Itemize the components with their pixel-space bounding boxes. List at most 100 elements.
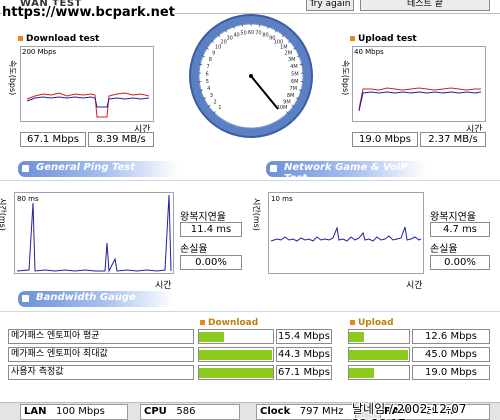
upload-bar-fill — [349, 350, 408, 360]
download-bar-fill — [199, 332, 224, 342]
cpu-status: CPU 586 — [140, 404, 240, 420]
general-ping-graph — [14, 192, 174, 274]
game-ping-max-label: 10 ms — [271, 195, 293, 203]
game-ping-graph — [268, 192, 424, 274]
download-bar-fill — [199, 368, 273, 378]
game-ping-time-label: 시간 — [406, 281, 423, 291]
game-loss-value: 0.00% — [430, 255, 490, 270]
general-ping-time-label: 시간 — [155, 281, 172, 291]
try-again-button[interactable]: Try again — [306, 0, 354, 11]
gauge-tick-label: 4 — [207, 86, 210, 92]
upload-axis-label: 속도(bps) — [341, 60, 350, 96]
download-graph-svg — [26, 92, 150, 118]
download-axis-label: 속도(bps) — [8, 60, 17, 96]
gauge-tick-label: 50 — [240, 31, 246, 37]
download-bar — [198, 347, 274, 362]
lan-status: LAN 100 Mbps — [20, 404, 128, 420]
gauge-tick-label: 8M — [287, 93, 295, 99]
bandwidth-download-header: Download — [200, 318, 258, 328]
general-loss-value: 0.00% — [180, 255, 242, 270]
gauge-tick-label: 4M — [290, 64, 298, 70]
gauge-tick-label: 3 — [210, 93, 213, 99]
general-latency-label: 왕복지연율 — [180, 212, 226, 223]
download-test-label: Download test — [18, 34, 99, 44]
gauge-tick-label: 7 — [207, 64, 210, 70]
download-bar-value: 15.4 Mbps — [276, 329, 332, 344]
general-ping-max-label: 80 ms — [17, 195, 39, 203]
game-ping-line — [270, 226, 422, 242]
section-divider — [0, 180, 500, 181]
download-line-red — [26, 92, 150, 118]
download-speed-mbps: 67.1 Mbps — [20, 132, 86, 147]
game-latency-label: 왕복지연율 — [430, 212, 476, 223]
general-ping-line — [16, 194, 172, 273]
upload-graph-svg — [358, 87, 482, 112]
gauge-tick-label: 1 — [218, 105, 221, 111]
gauge-tick-label: 30 — [227, 36, 233, 42]
watermark-url: https://www.bcpark.net — [2, 5, 175, 20]
upload-bar — [348, 347, 410, 362]
download-speed-mbs: 8.39 MB/s — [88, 132, 154, 147]
gauge-tick-label: 2 — [214, 100, 217, 106]
clock-status: Clock 797 MHz — [256, 404, 356, 420]
download-bar — [198, 365, 274, 380]
gauge-tick-label: 5M — [291, 72, 299, 78]
upload-max-label: 40 Mbps — [354, 48, 384, 56]
gauge-tick-label: 6 — [206, 72, 209, 78]
bandwidth-row-label: 사용자 측정값 — [8, 365, 194, 380]
gauge-tick-label: 70 — [255, 31, 261, 37]
gauge-tick-label: 3M — [288, 57, 296, 63]
bandwidth-row-label: 메가패스 엔토피아 최대값 — [8, 347, 194, 362]
gauge-tick-label: 40 — [233, 33, 239, 39]
download-bar-value: 67.1 Mbps — [276, 365, 332, 380]
general-ping-banner: General Ping Test — [18, 161, 178, 177]
upload-speed-mbps: 19.0 Mbps — [352, 132, 418, 147]
upload-bar-value: 12.6 Mbps — [412, 329, 490, 344]
game-loss-label: 손실율 — [430, 244, 458, 255]
gauge-tick-label: 6M — [291, 79, 299, 85]
general-latency-value: 11.4 ms — [180, 222, 242, 237]
game-ping-svg — [270, 226, 422, 242]
download-bar-value: 44.3 Mbps — [276, 347, 332, 362]
bullet-icon — [200, 320, 205, 325]
download-bar-fill — [199, 350, 272, 360]
gauge-tick-label: 5 — [206, 79, 209, 85]
test-timestamp: 날네임 / 2002-12-07 22:28:17 — [352, 402, 467, 420]
upload-bar-value: 19.0 Mbps — [412, 365, 490, 380]
gauge-tick-label: 60 — [248, 30, 254, 36]
gauge-tick-label: 80 — [262, 33, 268, 39]
test-status-button[interactable]: 테스트 끝 — [360, 0, 490, 11]
upload-speed-mbs: 2.37 MB/s — [420, 132, 486, 147]
general-ping-svg — [16, 194, 172, 273]
general-ping-axis-label: 시간(ms) — [0, 198, 7, 231]
gauge-tick-label: 7M — [290, 86, 298, 92]
upload-bar — [348, 329, 410, 344]
bullet-icon — [350, 320, 355, 325]
upload-test-label: Upload test — [350, 34, 417, 44]
upload-bar-value: 45.0 Mbps — [412, 347, 490, 362]
upload-graph — [352, 46, 486, 122]
download-graph — [20, 46, 154, 122]
upload-line-red — [358, 87, 481, 110]
bullet-icon — [350, 36, 355, 41]
banner-icon — [22, 295, 29, 302]
upload-bar — [348, 365, 410, 380]
upload-bar-fill — [349, 368, 374, 378]
bandwidth-gauge-banner: Bandwidth Gauge — [18, 291, 174, 307]
download-bar — [198, 329, 274, 344]
game-voip-banner: Network Game & VoIP Test — [266, 161, 426, 184]
upload-line-blue — [358, 91, 482, 112]
game-latency-value: 4.7 ms — [430, 222, 490, 237]
upload-bar-fill — [349, 332, 364, 342]
speed-gauge: 1 2 3 4 5 6 7 8 9 10 20 30 40 50 60 70 80 90 100 1M 2M 3M 4M 5M… — [188, 13, 314, 139]
gauge-tick-label: 9 — [212, 51, 215, 57]
game-ping-axis-label: 시간(ms) — [252, 198, 261, 231]
download-max-label: 200 Mbps — [22, 48, 57, 56]
download-line-blue — [26, 96, 150, 108]
banner-icon — [22, 165, 29, 172]
general-loss-label: 손실율 — [180, 244, 208, 255]
bullet-icon — [18, 36, 23, 41]
gauge-tick-label: 8 — [209, 57, 212, 63]
banner-icon — [270, 165, 277, 172]
gauge-dial-svg: 123456789102030 40 50 60 70 80 901001M2M3M4M5M… — [189, 14, 313, 138]
